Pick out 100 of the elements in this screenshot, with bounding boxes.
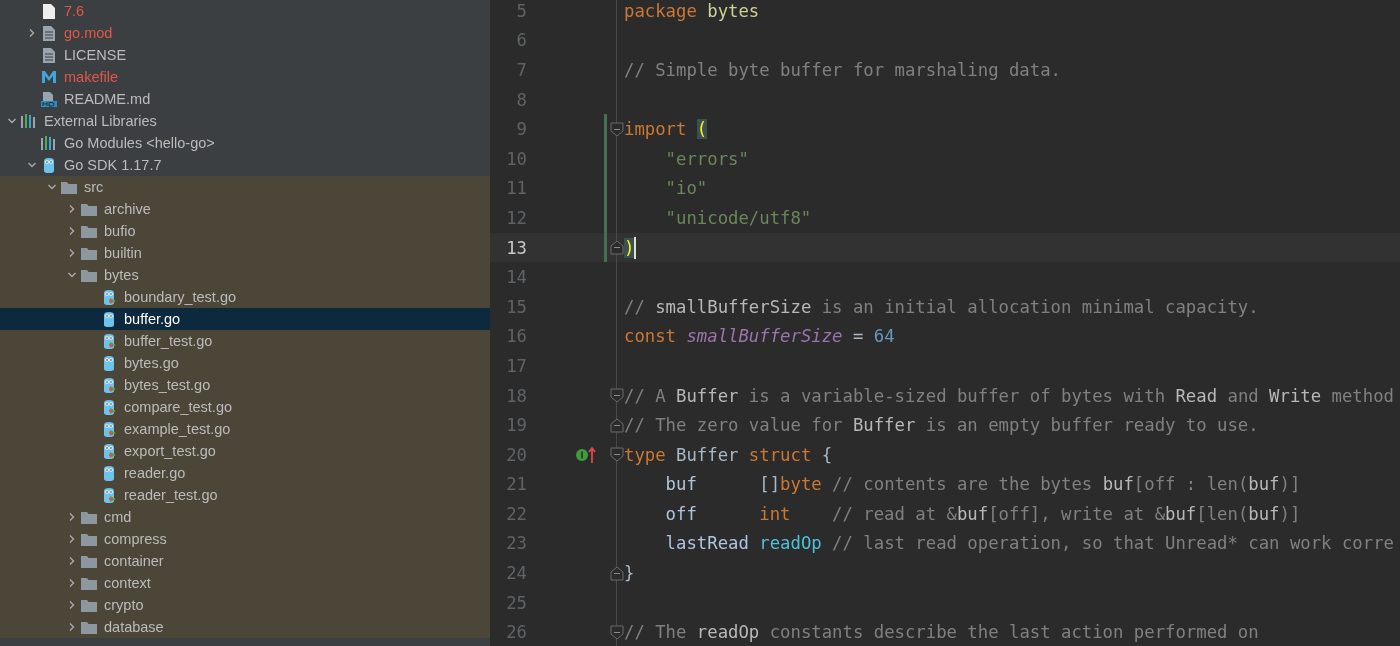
- code-line: package bytes: [624, 0, 760, 23]
- code-line: // smallBufferSize is an initial allocation minimal capacity.: [624, 295, 1259, 319]
- code-line: const smallBufferSize = 64: [624, 325, 895, 349]
- fold-end-icon[interactable]: [609, 240, 624, 256]
- gopher-test-icon: [101, 486, 117, 504]
- gopher-test-icon: [101, 398, 117, 416]
- tree-item[interactable]: Go Modules <hello-go>: [0, 132, 490, 154]
- chevron-right-icon[interactable]: [67, 204, 77, 214]
- fold-icon[interactable]: [609, 447, 624, 463]
- line-number: 12: [505, 207, 527, 228]
- tree-item[interactable]: makefile: [0, 66, 490, 88]
- chevron-down-icon[interactable]: [7, 116, 17, 126]
- tree-item[interactable]: bufio: [0, 220, 490, 242]
- line-number: 17: [505, 355, 527, 376]
- line-number: 7: [515, 60, 527, 80]
- line-number: 24: [505, 563, 527, 584]
- line-number: 21: [505, 474, 527, 495]
- folder-icon: [60, 179, 78, 195]
- code-line: buf []byte // contents are the bytes buf[off : len(buf)]: [664, 473, 1301, 497]
- tree-item[interactable]: reader_test.go: [0, 484, 490, 506]
- makefile-icon: [41, 70, 57, 84]
- folder-icon: [80, 575, 98, 591]
- tree-item[interactable]: External Libraries: [0, 110, 490, 132]
- tree-item[interactable]: bytes_test.go: [0, 374, 490, 396]
- folder-icon: [80, 267, 98, 283]
- chevron-right-icon[interactable]: [67, 622, 77, 632]
- folder-icon: [80, 509, 98, 525]
- tree-item[interactable]: context: [0, 572, 490, 594]
- tree-item[interactable]: reader.go: [0, 462, 490, 484]
- line-number: 8: [515, 89, 527, 110]
- folder-icon: [80, 245, 98, 261]
- tree-item[interactable]: README.md: [0, 88, 490, 110]
- line-number: 11: [505, 178, 527, 199]
- code-line: import (: [624, 118, 708, 142]
- tree-item[interactable]: Go SDK 1.17.7: [0, 154, 490, 176]
- line-number: 20: [505, 444, 527, 465]
- chevron-right-icon[interactable]: [67, 556, 77, 566]
- folder-icon: [80, 553, 98, 569]
- gopher-icon: [41, 156, 57, 174]
- gopher-icon: [101, 464, 117, 482]
- text-file-icon: [42, 24, 56, 42]
- tree-item[interactable]: crypto: [0, 594, 490, 616]
- tree-item[interactable]: 7.6: [0, 0, 490, 22]
- tree-item[interactable]: go.mod: [0, 22, 490, 44]
- tree-item[interactable]: bytes: [0, 264, 490, 286]
- folder-icon: [80, 597, 98, 613]
- tree-item[interactable]: bytes.go: [0, 352, 490, 374]
- line-number: 16: [505, 326, 527, 347]
- chevron-down-icon[interactable]: [67, 270, 77, 280]
- line-number: 23: [505, 533, 527, 554]
- tree-item[interactable]: src: [0, 176, 490, 198]
- tree-item[interactable]: compress: [0, 528, 490, 550]
- tree-item[interactable]: buffer.go: [0, 308, 490, 330]
- line-number: 22: [505, 503, 527, 524]
- chevron-right-icon[interactable]: [67, 226, 77, 236]
- code-line: off int // read at &buf[off], write at &buf[len(buf)]: [664, 502, 1301, 526]
- code-line: "errors": [664, 147, 749, 171]
- line-number: 18: [505, 385, 527, 406]
- tree-item[interactable]: compare_test.go: [0, 396, 490, 418]
- line-number: 5: [515, 0, 527, 21]
- chevron-right-icon[interactable]: [67, 534, 77, 544]
- chevron-right-icon[interactable]: [67, 248, 77, 258]
- tree-item[interactable]: cmd: [0, 506, 490, 528]
- code-line: lastRead readOp // last read operation, so that Unread* can work corre: [664, 532, 1394, 556]
- tree-item[interactable]: archive: [0, 198, 490, 220]
- tree-item[interactable]: builtin: [0, 242, 490, 264]
- chevron-right-icon[interactable]: [27, 28, 37, 38]
- file-icon: [42, 2, 56, 20]
- chevron-right-icon[interactable]: [67, 600, 77, 610]
- fold-end-icon[interactable]: [609, 417, 624, 433]
- tree-item[interactable]: buffer_test.go: [0, 330, 490, 352]
- chevron-down-icon[interactable]: [27, 160, 37, 170]
- fold-icon[interactable]: [609, 388, 624, 403]
- chevron-down-icon[interactable]: [47, 182, 57, 192]
- code-line: "io": [664, 177, 708, 201]
- code-line: // Simple byte buffer for marshaling data.: [624, 59, 1061, 82]
- folder-icon: [80, 223, 98, 239]
- tree-item[interactable]: LICENSE: [0, 44, 490, 66]
- fold-end-icon[interactable]: [609, 565, 624, 581]
- chevron-right-icon[interactable]: [67, 578, 77, 588]
- gopher-test-icon: [101, 332, 117, 350]
- fold-icon[interactable]: [609, 121, 624, 137]
- line-number: 14: [505, 267, 527, 288]
- code-line: type Buffer struct {: [624, 443, 833, 467]
- line-number: 25: [505, 592, 527, 613]
- implemented-marker-icon[interactable]: [575, 445, 597, 464]
- gopher-test-icon: [101, 420, 117, 438]
- fold-icon[interactable]: [609, 624, 624, 640]
- tree-item[interactable]: container: [0, 550, 490, 572]
- tree-item[interactable]: database: [0, 616, 490, 638]
- line-number: 19: [505, 415, 527, 436]
- tree-item[interactable]: boundary_test.go: [0, 286, 490, 308]
- tree-item[interactable]: export_test.go: [0, 440, 490, 462]
- chevron-right-icon[interactable]: [67, 512, 77, 522]
- line-number: 9: [515, 119, 527, 140]
- tree-item[interactable]: example_test.go: [0, 418, 490, 440]
- line-number: 15: [505, 296, 527, 317]
- folder-icon: [80, 619, 98, 635]
- code-line: "unicode/utf8": [664, 206, 812, 230]
- gopher-test-icon: [101, 288, 117, 306]
